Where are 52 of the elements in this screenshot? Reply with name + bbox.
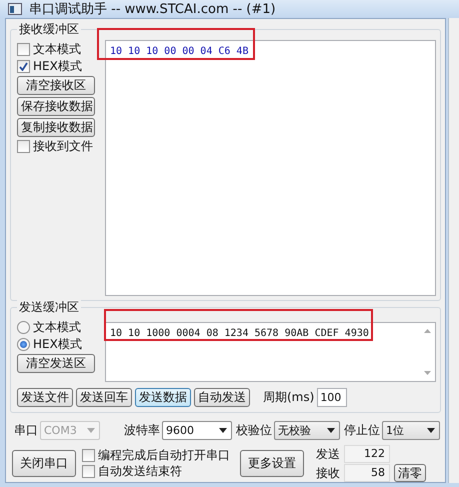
- group-label: 发送缓冲区: [17, 300, 81, 314]
- setting-label: 停止位: [344, 422, 380, 439]
- checkbox[interactable]: [17, 43, 30, 56]
- window-title: 串口调试助手 -- www.STCAI.com -- (#1): [29, 1, 276, 18]
- dropdown-arrow-icon: [427, 428, 435, 433]
- checkbox-label: 自动发送结束符: [98, 463, 182, 480]
- received-data: 10 10 10 00 00 04 C6 4B: [109, 45, 250, 59]
- dropdown[interactable]: 无校验: [274, 421, 340, 440]
- radio-button[interactable]: [17, 321, 30, 334]
- checkbox-label: 接收到文件: [33, 138, 93, 155]
- setting-label: 串口: [14, 422, 38, 439]
- counter-label: 接收: [316, 464, 340, 482]
- radio-button[interactable]: [17, 338, 30, 351]
- dropdown[interactable]: 9600: [162, 421, 232, 440]
- checkbox-label: HEX模式: [33, 58, 82, 75]
- button[interactable]: 关闭串口: [12, 450, 76, 477]
- button[interactable]: 发送文件: [17, 388, 73, 407]
- radio-label: 文本模式: [33, 319, 81, 336]
- dropdown[interactable]: 1位: [382, 421, 440, 440]
- group-label: 接收缓冲区: [17, 22, 81, 36]
- setting-label: 校验位: [236, 422, 272, 439]
- button[interactable]: 复制接收数据: [17, 118, 95, 137]
- counter-label: 发送: [316, 446, 340, 462]
- button[interactable]: 保存接收数据: [17, 97, 95, 116]
- button[interactable]: 清零: [394, 464, 426, 482]
- send-text-area[interactable]: 10 10 1000 0004 08 1234 5678 90AB CDEF 4930: [105, 322, 436, 382]
- dropdown-arrow-icon: [219, 428, 227, 433]
- button[interactable]: 更多设置: [240, 450, 304, 477]
- dropdown-arrow-icon: [327, 428, 335, 433]
- radio-label: HEX模式: [33, 336, 82, 353]
- period-field[interactable]: 100: [317, 388, 348, 407]
- setting-label: 波特率: [124, 422, 160, 439]
- checkbox[interactable]: [82, 449, 95, 462]
- checkbox[interactable]: [17, 140, 30, 153]
- button[interactable]: 清空接收区: [17, 76, 95, 95]
- button[interactable]: 发送回车: [76, 388, 132, 407]
- period-label: 周期(ms): [263, 389, 314, 406]
- button[interactable]: 自动发送: [194, 388, 250, 407]
- dropdown-arrow-icon: [87, 428, 95, 433]
- checkbox[interactable]: [82, 465, 95, 478]
- app-icon: [8, 3, 22, 15]
- checkbox[interactable]: [17, 60, 30, 73]
- send-data: 10 10 1000 0004 08 1234 5678 90AB CDEF 4930: [109, 327, 370, 341]
- checkbox-label: 编程完成后自动打开串口: [98, 447, 230, 464]
- button[interactable]: 发送数据: [135, 388, 191, 407]
- scroll-up-icon: [424, 329, 430, 333]
- checkbox-label: 文本模式: [33, 41, 81, 58]
- counter-field: 58: [344, 464, 390, 482]
- scroll-down-icon: [424, 371, 430, 375]
- button[interactable]: 清空发送区: [17, 354, 95, 373]
- receive-text-area[interactable]: 10 10 10 00 00 04 C6 4B: [105, 40, 436, 296]
- counter-field: 122: [344, 445, 390, 463]
